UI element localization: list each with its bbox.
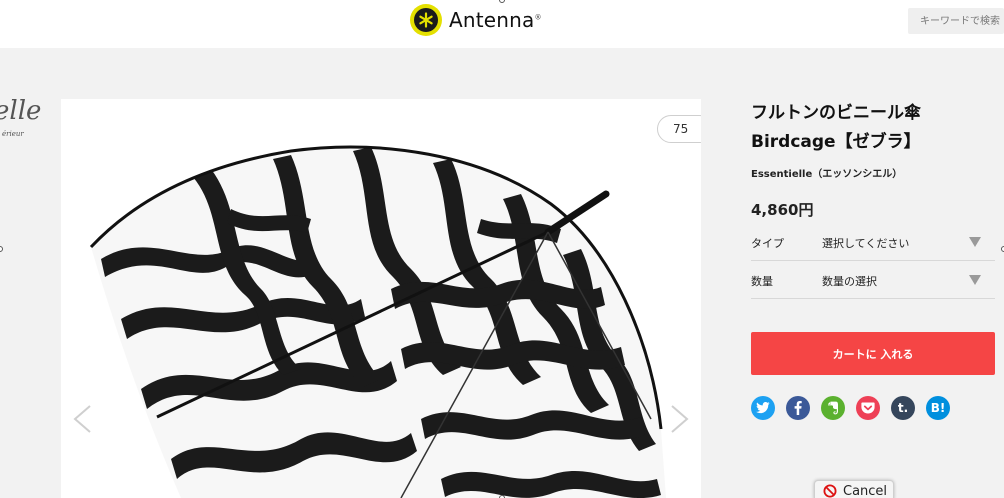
product-title: フルトンのビニール傘 Birdcage【ゼブラ】	[751, 99, 991, 157]
facebook-icon[interactable]	[786, 396, 810, 420]
hatena-bookmark-icon[interactable]: B!	[926, 396, 950, 420]
option-quantity-value[interactable]: 数量の選択	[822, 273, 877, 289]
share-buttons: t. B!	[751, 396, 950, 420]
brand-logo-subtext: érieur	[2, 130, 24, 138]
product-image-gallery[interactable]: 75	[61, 99, 701, 498]
option-quantity-label: 数量	[751, 275, 773, 288]
search-input[interactable]	[908, 8, 1004, 34]
option-type-select[interactable]: タイプ 選択してください	[751, 223, 995, 261]
search-box[interactable]	[908, 8, 1004, 34]
product-title-line2: Birdcage【ゼブラ】	[751, 132, 921, 152]
gallery-next-button[interactable]	[665, 399, 695, 439]
selection-handle[interactable]	[0, 246, 3, 252]
option-type-label: タイプ	[751, 237, 784, 250]
antenna-logo-icon	[410, 4, 442, 36]
prohibited-icon	[823, 484, 837, 498]
dropdown-caret-icon[interactable]	[969, 237, 981, 247]
cancel-label: Cancel	[843, 483, 888, 498]
option-type-value[interactable]: 選択してください	[822, 235, 909, 251]
tumblr-icon[interactable]: t.	[891, 396, 915, 420]
logo-wordmark: Antenna®	[449, 8, 542, 32]
pocket-icon[interactable]	[856, 396, 880, 420]
chevron-right-icon	[671, 405, 689, 433]
product-info-panel: フルトンのビニール傘 Birdcage【ゼブラ】 Essentielle（エッソ…	[751, 99, 995, 420]
option-quantity-select[interactable]: 数量 数量の選択	[751, 261, 995, 299]
product-brand[interactable]: Essentielle（エッソンシエル）	[751, 165, 995, 180]
chevron-left-icon	[73, 405, 91, 433]
cancel-button[interactable]: Cancel	[814, 480, 894, 498]
brand-logo-text: elle	[0, 96, 42, 126]
top-header: Antenna®	[0, 0, 1004, 48]
image-counter: 75	[657, 115, 701, 143]
add-to-cart-button[interactable]: カートに 入れる	[751, 332, 995, 375]
twitter-icon[interactable]	[751, 396, 775, 420]
zebra-umbrella-image	[89, 145, 666, 498]
dropdown-caret-icon[interactable]	[969, 275, 981, 285]
antenna-logo[interactable]: Antenna®	[410, 4, 542, 36]
product-title-line1: フルトンのビニール傘	[751, 103, 921, 123]
gallery-prev-button[interactable]	[67, 399, 97, 439]
product-price: 4,860円	[751, 201, 814, 219]
evernote-icon[interactable]	[821, 396, 845, 420]
product-options: タイプ 選択してください 数量 数量の選択	[751, 223, 995, 299]
